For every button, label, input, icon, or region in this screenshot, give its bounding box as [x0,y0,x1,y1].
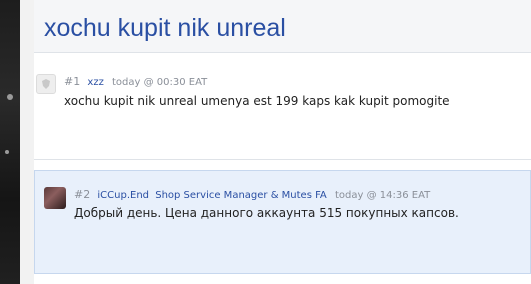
background-strip [20,0,34,284]
background-dot [7,94,13,100]
post-author[interactable]: xzz [87,77,103,88]
post-number[interactable]: #1 [64,75,80,88]
post: #1 xzz today @ 00:30 EAT xochu kupit nik… [34,64,531,160]
post-meta: #2 iCCup.End Shop Service Manager & Mute… [74,188,430,201]
default-avatar-icon[interactable] [36,74,56,94]
post-author[interactable]: iCCup.End [97,190,149,201]
shield-placeholder-icon [42,79,50,89]
post-highlighted: #2 iCCup.End Shop Service Manager & Mute… [34,170,531,274]
thread-panel: xochu kupit nik unreal #1 xzz today @ 00… [34,0,531,284]
background-left [0,0,20,284]
post-meta: #1 xzz today @ 00:30 EAT [64,75,207,88]
post-number[interactable]: #2 [74,188,90,201]
post-author-role: Shop Service Manager & Mutes FA [155,190,327,201]
post-content: Добрый день. Цена данного аккаунта 515 п… [74,206,459,220]
post-content: xochu kupit nik unreal umenya est 199 ka… [64,94,450,108]
post-divider [34,159,531,160]
user-avatar-icon[interactable] [44,187,66,209]
background-dot [5,150,9,154]
thread-header: xochu kupit nik unreal [34,0,531,53]
thread-title: xochu kupit nik unreal [44,14,286,42]
post-time[interactable]: today @ 14:36 EAT [335,190,430,201]
post-time[interactable]: today @ 00:30 EAT [112,77,207,88]
